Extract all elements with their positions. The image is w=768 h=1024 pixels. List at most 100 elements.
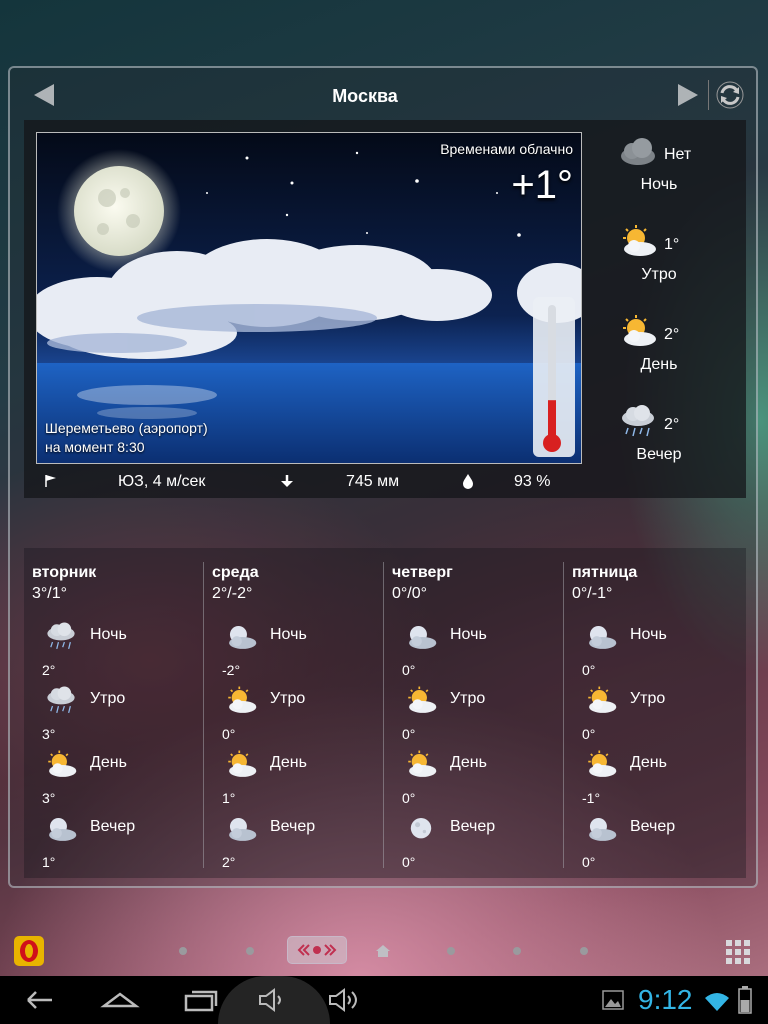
slot-name: День	[90, 754, 127, 771]
rain-icon	[47, 622, 75, 650]
slot-temp: 0°	[402, 854, 416, 870]
today-night-label: Ночь	[640, 176, 678, 193]
gallery-notification-icon[interactable]	[602, 990, 624, 1010]
wind-value: ЮЗ, 4 м/сек	[118, 473, 206, 490]
forecast-panel: вторник 3°/1° Ночь 2° Утро 3° День 3° Ве…	[24, 548, 746, 878]
slot-name: Ночь	[90, 626, 127, 643]
today-night: Нет Ночь	[618, 134, 738, 214]
slot-name: Вечер	[270, 818, 316, 835]
forecast-day-range: 0°/0°	[392, 585, 428, 602]
today-morning-label: Утро	[641, 266, 677, 283]
slot-temp: 0°	[222, 726, 236, 742]
page-indicator-dot[interactable]	[179, 947, 187, 955]
header-divider	[708, 80, 709, 110]
forecast-day: среда 2°/-2° Ночь -2° Утро 0° День 1° Ве…	[204, 548, 384, 878]
partly-cloudy-icon	[623, 225, 656, 256]
pressure-arrow-icon	[281, 475, 293, 487]
partly-cloudy-icon	[408, 686, 437, 713]
slot-temp: 1°	[222, 790, 236, 806]
forecast-slot: Утро 0°	[392, 684, 552, 748]
forecast-day-name: пятница	[572, 564, 638, 581]
forecast-slot: Ночь 2°	[32, 620, 192, 684]
slot-name: Утро	[450, 690, 486, 707]
volume-down-icon[interactable]	[256, 986, 292, 1014]
partly-cloudy-icon	[588, 686, 617, 713]
home-icon[interactable]	[100, 986, 140, 1014]
today-morning: 1° Утро	[618, 224, 738, 304]
forecast-slot: Вечер 1°	[32, 812, 192, 876]
flag-icon	[45, 475, 56, 487]
page-indicator-dot[interactable]	[246, 947, 254, 955]
humidity-value: 93 %	[514, 473, 551, 490]
slot-temp: 3°	[42, 790, 56, 806]
moon-cloud-icon	[49, 817, 77, 841]
forecast-slot: День 1°	[212, 748, 372, 812]
slot-temp: 0°	[402, 790, 416, 806]
rain-icon	[47, 686, 75, 714]
forecast-slot: Ночь 0°	[572, 620, 732, 684]
forecast-day-name: вторник	[32, 564, 97, 581]
slot-name: Ночь	[270, 626, 307, 643]
next-city-arrow-icon[interactable]	[678, 84, 698, 106]
station-info: Шереметьево (аэропорт) на момент 8:30	[45, 419, 208, 457]
current-temperature: +1°	[511, 163, 573, 207]
opera-app-icon[interactable]	[14, 936, 44, 968]
slot-name: День	[450, 754, 487, 771]
forecast-day-range: 3°/1°	[32, 585, 68, 602]
page-indicator-dot[interactable]	[580, 947, 588, 955]
forecast-day-range: 2°/-2°	[212, 585, 253, 602]
system-bar: 9:12	[0, 976, 768, 1024]
slot-temp: 0°	[582, 854, 596, 870]
slot-temp: 0°	[402, 726, 416, 742]
slot-temp: 1°	[42, 854, 56, 870]
pressure-value: 745 мм	[346, 473, 400, 490]
forecast-day-name: среда	[212, 564, 259, 581]
forecast-slot: День -1°	[572, 748, 732, 812]
thermometer-icon	[533, 297, 575, 457]
forecast-slot: Утро 3°	[32, 684, 192, 748]
forecast-slot: День 3°	[32, 748, 192, 812]
partly-cloudy-icon	[228, 686, 257, 713]
forecast-day: четверг 0°/0° Ночь 0° Утро 0° День 0° Ве…	[384, 548, 564, 878]
weather-scene-image: Временами облачно +1° Шереметьево (аэроп…	[36, 132, 582, 464]
partly-cloudy-icon	[623, 315, 656, 346]
forecast-day: вторник 3°/1° Ночь 2° Утро 3° День 3° Ве…	[24, 548, 204, 878]
slot-temp: 2°	[222, 854, 236, 870]
moon-icon	[410, 817, 432, 839]
page-indicator-dot[interactable]	[513, 947, 521, 955]
today-evening-value: 2°	[664, 416, 680, 433]
slot-name: Ночь	[630, 626, 667, 643]
refresh-icon[interactable]	[715, 80, 745, 110]
slot-name: Вечер	[90, 818, 136, 835]
forecast-day-name: четверг	[392, 564, 453, 581]
slot-name: Утро	[90, 690, 126, 707]
current-weather-panel: Временами облачно +1° Шереметьево (аэроп…	[24, 120, 746, 498]
slot-name: Утро	[270, 690, 306, 707]
moon-cloud-icon	[409, 625, 437, 649]
app-drawer-icon[interactable]	[726, 940, 750, 964]
cloudy-night-icon	[621, 138, 655, 165]
slot-temp: 0°	[582, 662, 596, 678]
back-icon[interactable]	[22, 986, 58, 1014]
partly-cloudy-icon	[408, 750, 437, 777]
slot-name: Ночь	[450, 626, 487, 643]
slot-temp: 2°	[42, 662, 56, 678]
forecast-day: пятница 0°/-1° Ночь 0° Утро 0° День -1° …	[564, 548, 744, 878]
slot-temp: 0°	[582, 726, 596, 742]
status-clock[interactable]: 9:12	[638, 984, 693, 1016]
forecast-slot: Утро 0°	[572, 684, 732, 748]
volume-up-icon[interactable]	[326, 986, 366, 1014]
metrics-bar: ЮЗ, 4 м/сек 745 мм 93 %	[36, 466, 582, 496]
moon-cloud-icon	[229, 817, 257, 841]
page-indicator-dot[interactable]	[447, 947, 455, 955]
widget-header: Москва	[10, 68, 756, 122]
recent-apps-icon[interactable]	[182, 986, 222, 1014]
moon-cloud-icon	[589, 625, 617, 649]
forecast-slot: День 0°	[392, 748, 552, 812]
home-page-icon[interactable]	[376, 945, 390, 957]
moon-cloud-icon	[229, 625, 257, 649]
forecast-slot: Ночь 0°	[392, 620, 552, 684]
page-switcher-button[interactable]	[287, 936, 347, 964]
slot-temp: -1°	[582, 790, 601, 806]
rain-icon	[622, 405, 654, 437]
